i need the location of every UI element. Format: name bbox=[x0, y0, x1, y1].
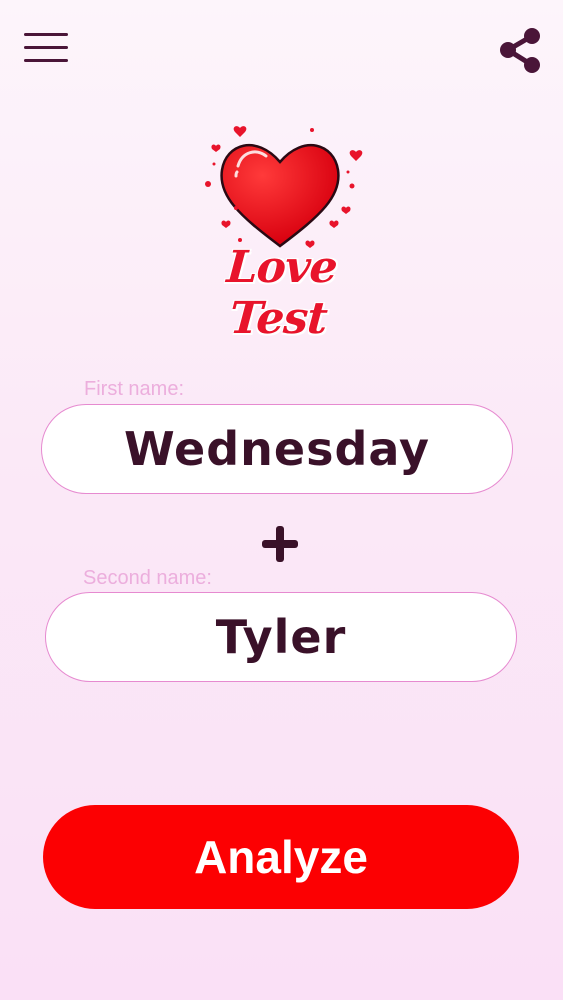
analyze-button[interactable]: Analyze bbox=[43, 805, 519, 909]
share-icon bbox=[500, 28, 540, 73]
second-name-label: Second name: bbox=[83, 567, 212, 589]
second-name-input[interactable]: Tyler bbox=[45, 592, 517, 682]
second-name-value: Tyler bbox=[215, 610, 347, 664]
hamburger-menu-icon bbox=[24, 33, 68, 36]
first-name-label: First name: bbox=[84, 378, 185, 400]
heart-icon bbox=[205, 126, 363, 248]
love-test-logo: Love Test bbox=[180, 118, 380, 344]
analyze-button-label: Analyze bbox=[194, 831, 368, 883]
hamburger-menu-icon-bar-2 bbox=[24, 46, 68, 49]
hamburger-menu-icon-bar-3 bbox=[24, 59, 68, 62]
share-button[interactable] bbox=[494, 24, 546, 76]
app-title: Love Test bbox=[225, 242, 339, 344]
plus-icon bbox=[262, 526, 298, 562]
first-name-value: Wednesday bbox=[123, 422, 431, 476]
menu-button[interactable] bbox=[22, 30, 70, 66]
first-name-input[interactable]: Wednesday bbox=[41, 404, 513, 494]
